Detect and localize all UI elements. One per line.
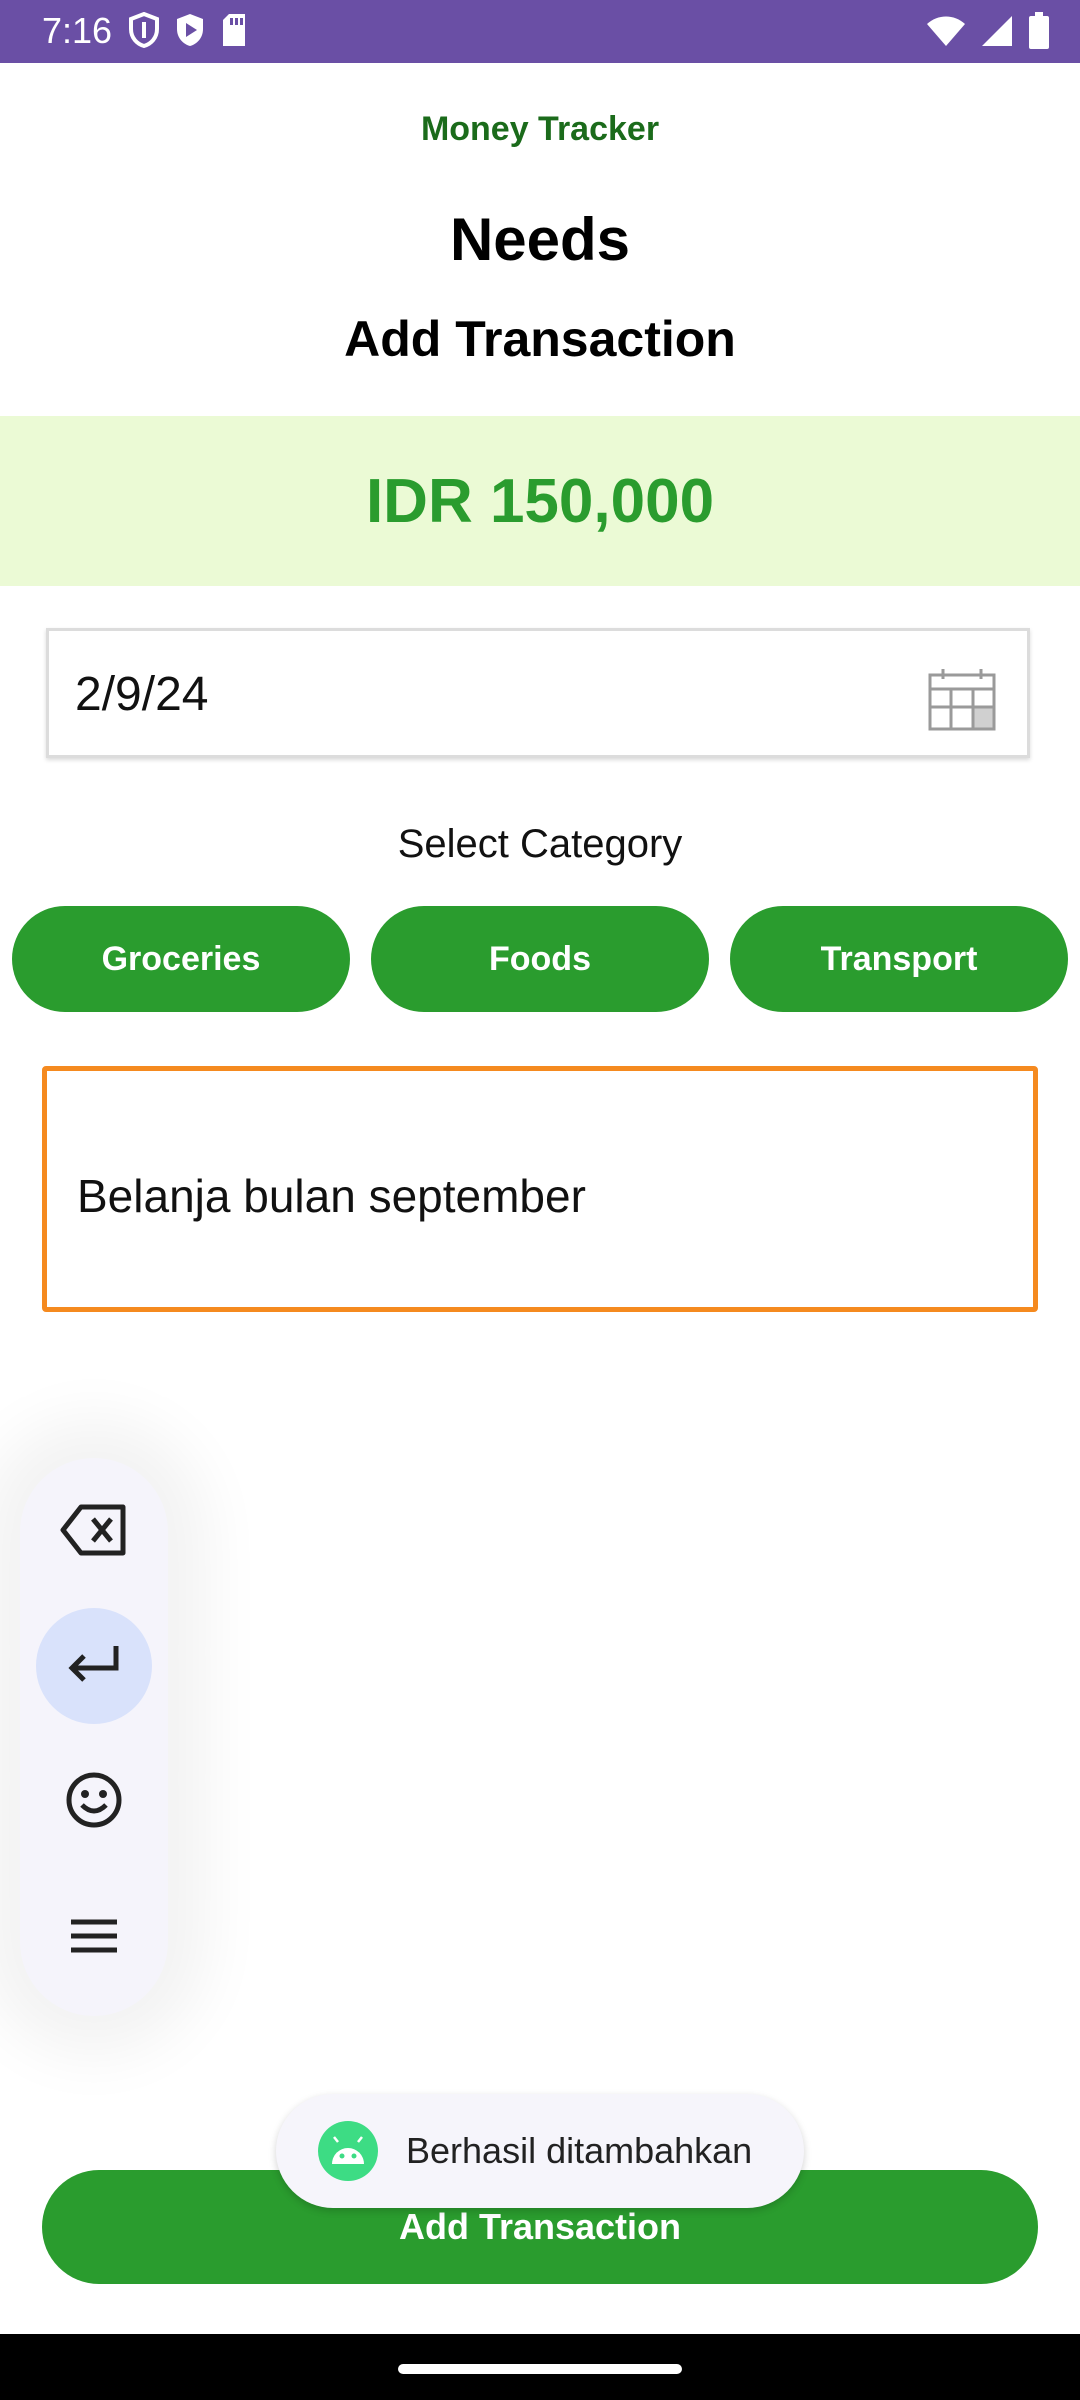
date-value: 2/9/24 (75, 668, 209, 721)
keyboard-floating-toolbar (20, 1458, 168, 2016)
page-title: Needs (449, 206, 631, 273)
category-transport-button[interactable]: Transport (730, 906, 1068, 1012)
sd-card-icon (220, 12, 248, 48)
app-title: Money Tracker (420, 110, 660, 148)
screen-subtitle: Add Transaction (344, 311, 736, 367)
toast-text: Berhasil ditambahkan (406, 2130, 753, 2171)
amount-value: IDR 150,000 (365, 466, 715, 536)
category-groceries-button[interactable]: Groceries (12, 906, 350, 1012)
category-row: Groceries Foods Transport (12, 906, 1068, 1012)
app-screen: 7:16 Money Tracker Needs Add Transaction… (0, 0, 1080, 2400)
menu-button[interactable] (36, 1880, 152, 1996)
category-foods-button[interactable]: Foods (371, 906, 709, 1012)
play-icon (174, 12, 206, 48)
status-bar: 7:16 (0, 0, 1080, 63)
calendar-icon[interactable] (927, 667, 997, 736)
amount-banner: IDR 150,000 (0, 416, 1080, 586)
description-input[interactable]: Belanja bulan september (42, 1066, 1038, 1312)
enter-button[interactable] (36, 1608, 152, 1724)
status-left-icons (128, 12, 248, 48)
home-gesture-handle[interactable] (398, 2364, 682, 2374)
status-right-icons (926, 12, 1050, 50)
backspace-icon (59, 1503, 129, 1562)
backspace-button[interactable] (36, 1474, 152, 1590)
shield-icon (128, 12, 160, 48)
emoji-icon (65, 1771, 123, 1834)
date-field[interactable]: 2/9/24 (46, 628, 1030, 758)
select-category-label: Select Category (397, 822, 683, 866)
wifi-icon (926, 14, 966, 48)
menu-icon (69, 1917, 119, 1960)
battery-icon (1028, 12, 1050, 50)
description-value: Belanja bulan september (77, 1170, 586, 1222)
android-icon (318, 2121, 378, 2181)
status-time: 7:16 (42, 10, 113, 51)
emoji-button[interactable] (36, 1744, 152, 1860)
enter-icon (66, 1644, 122, 1689)
signal-icon (980, 14, 1014, 48)
toast-message: Berhasil ditambahkan (276, 2094, 804, 2208)
system-nav-bar (0, 2334, 1080, 2400)
